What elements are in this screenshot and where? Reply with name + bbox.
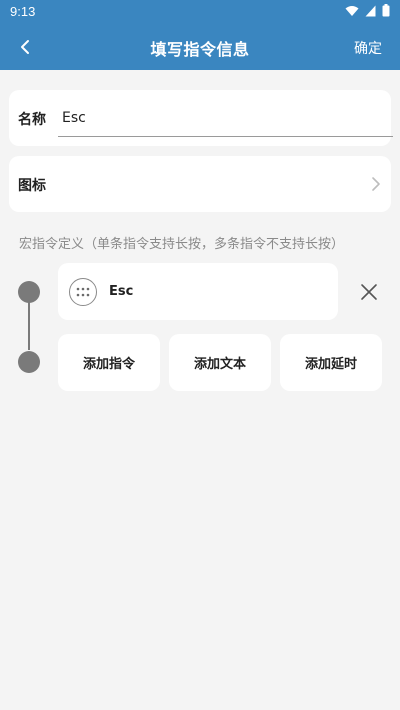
add-delay-button[interactable]: 添加延时 xyxy=(280,334,382,391)
macro-definition-hint: 宏指令定义（单条指令支持长按，多条指令不支持长按） xyxy=(19,237,345,252)
app-bar: 填写指令信息 确定 xyxy=(0,24,400,70)
timeline-dot-command xyxy=(18,281,40,303)
keypad-icon xyxy=(69,278,97,306)
timeline-dot-actions xyxy=(18,351,40,373)
signal-icon xyxy=(365,5,376,16)
name-card: 名称 xyxy=(9,90,393,146)
page-title: 填写指令信息 xyxy=(150,40,250,59)
close-icon xyxy=(361,284,377,300)
add-command-button[interactable]: 添加指令 xyxy=(58,334,160,391)
chevron-right-icon xyxy=(372,177,380,191)
remove-command-button[interactable] xyxy=(357,280,381,304)
command-label: Esc xyxy=(109,284,134,299)
wifi-icon xyxy=(345,5,359,16)
icon-label: 图标 xyxy=(18,178,46,194)
add-text-button[interactable]: 添加文本 xyxy=(169,334,271,391)
confirm-button[interactable]: 确定 xyxy=(354,38,382,58)
icon-selector[interactable]: 图标 xyxy=(9,156,391,212)
status-bar: 9:13 xyxy=(0,0,400,24)
status-time: 9:13 xyxy=(10,4,36,19)
command-item[interactable]: Esc xyxy=(58,263,338,320)
status-icons xyxy=(345,4,390,17)
name-label: 名称 xyxy=(18,112,46,128)
name-input[interactable] xyxy=(58,100,393,137)
battery-icon xyxy=(382,4,390,17)
timeline-connector xyxy=(28,302,30,350)
